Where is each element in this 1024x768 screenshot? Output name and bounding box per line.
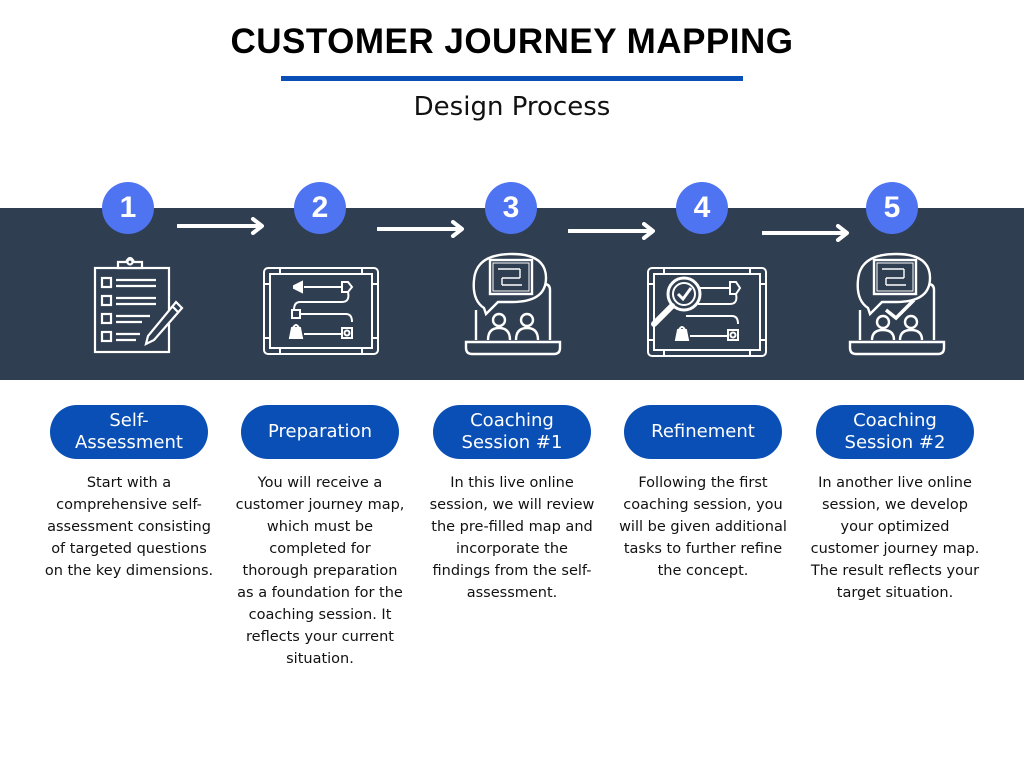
step-label-refinement: Refinement: [624, 405, 782, 459]
step-description-2: You will receive a customer journey map,…: [235, 475, 405, 667]
step-label-preparation: Preparation: [241, 405, 399, 459]
step-number-3: 3: [485, 182, 537, 234]
online-coaching-session-icon: [464, 252, 562, 356]
step-description-5: In another live online session, we devel…: [810, 475, 980, 601]
step-number-4: 4: [676, 182, 728, 234]
clipboard-checklist-icon: [93, 256, 184, 354]
band-corner-top-right: [964, 168, 1024, 208]
band-corner-bottom-right: [964, 380, 1024, 420]
step-description-3: In this live online session, we will rev…: [429, 475, 595, 601]
title-underline: [281, 76, 743, 81]
page-subtitle: Design Process: [413, 92, 611, 122]
band-corner-top-left: [0, 168, 60, 208]
step-description-4: Following the first coaching session, yo…: [619, 475, 787, 579]
step-number-2: 2: [294, 182, 346, 234]
step-number-1: 1: [102, 182, 154, 234]
step-label-coaching-session-2: Coaching Session #2: [816, 405, 974, 459]
journey-map-board-icon: [263, 267, 379, 355]
step-label-coaching-session-1: Coaching Session #1: [433, 405, 591, 459]
band-corner-bottom-left: [0, 380, 60, 420]
arrow-right-icon: [568, 222, 655, 240]
step-description-1: Start with a comprehensive self-assessme…: [44, 475, 214, 579]
magnifier-check-map-icon: [647, 267, 767, 357]
arrow-right-icon: [377, 220, 464, 238]
step-label-self-assessment: Self- Assessment: [50, 405, 208, 459]
online-session-approved-icon: [848, 252, 946, 356]
step-number-5: 5: [866, 182, 918, 234]
page-title: CUSTOMER JOURNEY MAPPING: [230, 22, 794, 61]
arrow-right-icon: [762, 224, 849, 242]
arrow-right-icon: [177, 217, 264, 235]
